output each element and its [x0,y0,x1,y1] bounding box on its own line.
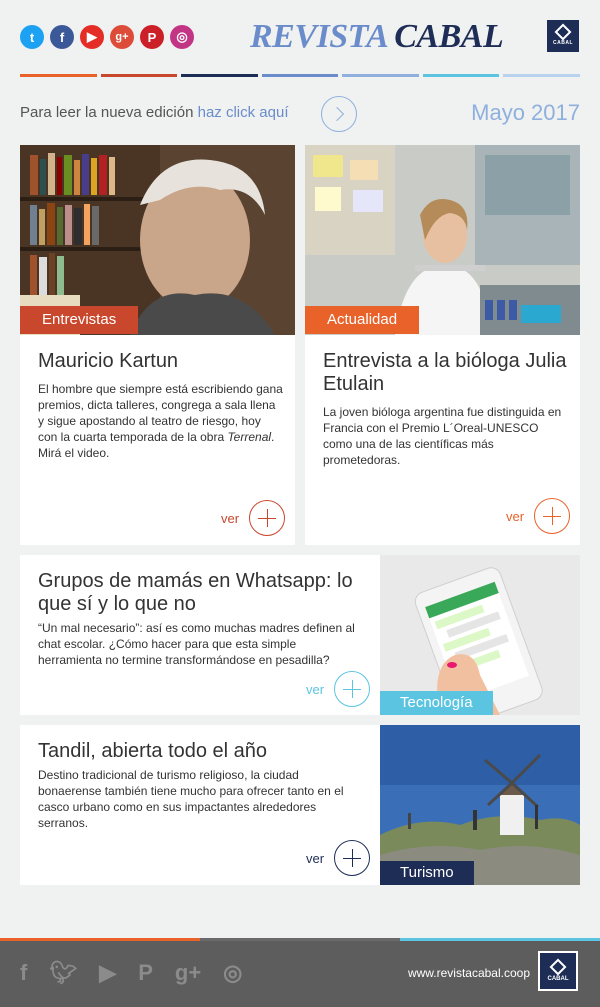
google-plus-icon[interactable]: g+ [110,25,134,49]
ver-button[interactable]: ver [506,498,571,534]
article-title[interactable]: Grupos de mamás en Whatsapp: lo que sí y… [38,570,363,616]
facebook-icon[interactable]: f [50,25,74,49]
footer-social-links: f 🐦︎ ▶ P g+ ◎ [20,960,242,986]
category-badge[interactable]: Entrevistas [20,306,139,334]
ver-label: ver [506,508,525,524]
color-stripe [342,74,419,77]
color-stripe [20,74,97,77]
article-card-kartun: Entrevistas Mauricio Kartun El hombre qu… [20,145,295,545]
color-stripe [503,74,581,77]
youtube-icon[interactable]: ▶ [99,960,116,986]
article-summary: El hombre que siempre está escribiendo g… [38,381,283,461]
plus-icon [249,500,286,536]
plus-icon [534,498,571,534]
article-summary: “Un mal necesario”: así es como muchas m… [38,621,355,667]
edition-date: Mayo 2017 [471,100,580,125]
diamond-icon [549,958,567,975]
twitter-icon[interactable]: 🐦︎ [49,960,77,986]
summary-emphasis: Terrenal [227,430,272,444]
edition-row: Para leer la nueva edición haz click aqu… [20,96,580,132]
diamond-icon [554,23,572,41]
category-badge[interactable]: Actualidad [305,306,420,334]
cabal-logo[interactable]: CABAL [538,951,578,991]
instagram-icon[interactable]: ◎ [223,960,242,986]
pinterest-icon[interactable]: P [138,960,153,986]
ver-label: ver [306,681,325,697]
article-card-whatsapp: Grupos de mamás en Whatsapp: lo que sí y… [20,555,580,715]
header: t f ▶ g+ P ◎ REVISTA CABAL CABAL [0,0,600,80]
brand-part1: REVISTA [250,18,389,55]
twitter-icon[interactable]: t [20,25,44,49]
color-stripe [100,74,178,77]
edition-prefix: Para leer la nueva edición [20,104,198,121]
article-card-etulain: Actualidad Entrevista a la bióloga Julia… [305,145,580,545]
plus-icon [334,840,371,876]
youtube-icon[interactable]: ▶ [80,25,104,49]
article-card-tandil: Tandil, abierta todo el año Destino trad… [20,725,580,885]
article-title[interactable]: Tandil, abierta todo el año [38,740,363,763]
footer-color-bar [0,938,600,941]
ver-label: ver [306,850,325,866]
ver-label: ver [221,510,240,526]
logo-label: CABAL [553,40,573,46]
article-title[interactable]: Entrevista a la bióloga Julia Etulain [323,350,568,396]
color-stripe [181,74,258,77]
color-stripes [20,74,581,77]
footer: f 🐦︎ ▶ P g+ ◎ www.revistacabal.coop CABA… [0,938,600,1007]
brand-wordmark[interactable]: REVISTA CABAL [250,18,504,56]
category-badge[interactable]: Turismo [380,861,474,885]
logo-label: CABAL [547,975,569,982]
website-link[interactable]: www.revistacabal.coop [408,966,530,980]
instagram-icon[interactable]: ◎ [170,25,194,49]
brand-part2: CABAL [394,18,504,55]
edition-text: Para leer la nueva edición haz click aqu… [20,104,289,121]
ver-button[interactable]: ver [306,840,371,876]
article-summary: La joven bióloga argentina fue distingui… [323,405,562,467]
google-plus-icon[interactable]: g+ [175,960,201,986]
social-links: t f ▶ g+ P ◎ [20,25,194,49]
article-title[interactable]: Mauricio Kartun [38,350,283,373]
pinterest-icon[interactable]: P [140,25,164,49]
color-stripe [261,74,339,77]
article-summary: Destino tradicional de turismo religioso… [38,768,344,830]
facebook-icon[interactable]: f [20,960,27,986]
chevron-right-icon[interactable] [321,96,357,132]
plus-icon [334,671,371,707]
color-stripe [422,74,500,77]
ver-button[interactable]: ver [306,671,371,707]
ver-button[interactable]: ver [221,500,286,536]
edition-link[interactable]: haz click aquí [198,104,289,121]
category-badge[interactable]: Tecnología [380,691,493,715]
cabal-logo[interactable]: CABAL [547,20,579,52]
